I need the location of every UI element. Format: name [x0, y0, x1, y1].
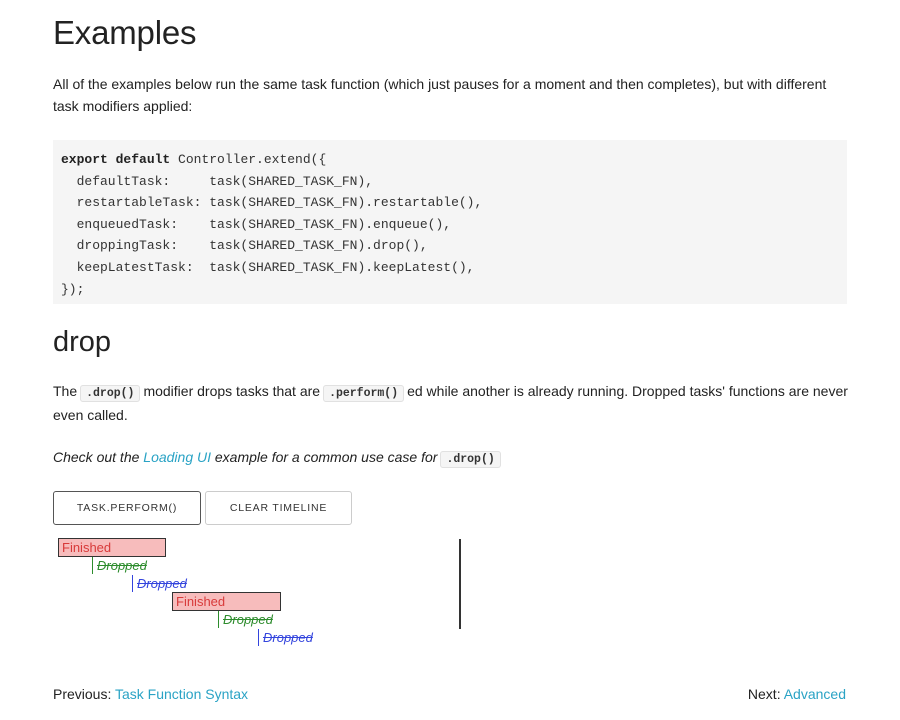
next-label: Next:: [747, 686, 781, 702]
timeline-cursor-line: [459, 539, 461, 629]
task-marker-dropped: Dropped: [132, 575, 187, 592]
prev-link[interactable]: Task Function Syntax: [115, 686, 248, 702]
previous-nav: Previous: Task Function Syntax: [53, 686, 248, 702]
task-timeline: Finished Dropped Dropped Finished Droppe…: [0, 0, 900, 720]
task-marker-dropped: Dropped: [92, 557, 147, 574]
next-nav: Next: Advanced: [748, 686, 846, 702]
task-bar-finished: Finished: [172, 592, 281, 611]
task-marker-dropped: Dropped: [218, 611, 273, 628]
task-marker-dropped: Dropped: [258, 629, 313, 646]
next-link[interactable]: Advanced: [784, 686, 846, 702]
prev-label: Previous:: [53, 686, 112, 702]
task-bar-finished: Finished: [58, 538, 166, 557]
